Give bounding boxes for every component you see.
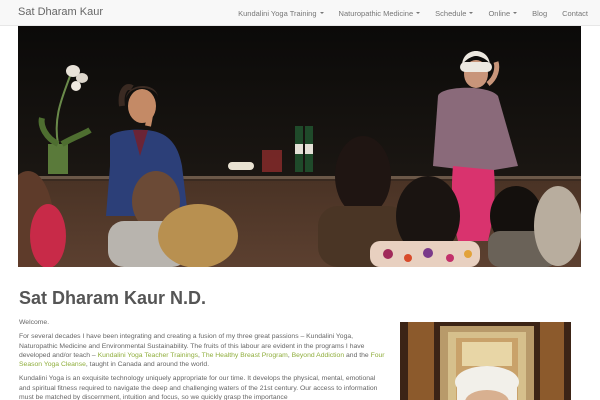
hero-photo [18,26,581,267]
nav-item-label: Kundalini Yoga Training [238,8,317,18]
page-title: Sat Dharam Kaur N.D. [19,288,207,308]
hero-photo-illustration [18,26,581,267]
caret-down-icon [513,12,518,14]
nav-item-label: Schedule [435,8,467,18]
portrait-illustration [400,322,571,400]
nav-item-label: Naturopathic Medicine [338,8,414,18]
nav-item-blog[interactable]: Blog [532,9,547,18]
caret-down-icon [416,12,421,14]
intro-content: Welcome. For several decades I have been… [19,318,387,400]
link-beyond-addiction[interactable]: Beyond Addiction [292,352,345,359]
nav-item-label: Contact [562,8,588,18]
nav-item-kundalini-yoga-training[interactable]: Kundalini Yoga Training [238,8,324,18]
nav-item-schedule[interactable]: Schedule [435,8,474,18]
link-kundalini-yoga-teacher-trainings[interactable]: Kundalini Yoga Teacher Trainings [98,352,198,359]
caret-down-icon [319,12,324,14]
link-healthy-breast-program[interactable]: The Healthy Breast Program [202,352,288,359]
top-navbar: Sat Dharam Kaur Kundalini Yoga Training … [0,0,600,26]
welcome-text: Welcome. [19,319,50,326]
caret-down-icon [469,12,474,14]
nav-item-naturopathic-medicine[interactable]: Naturopathic Medicine [339,9,421,18]
intro-paragraph: For several decades I have been integrat… [19,332,387,369]
nav-item-contact[interactable]: Contact [562,9,588,18]
main-nav: Kundalini Yoga Training Naturopathic Med… [223,0,588,26]
separator-text: and the [344,351,371,359]
nav-item-label: Online [488,8,511,18]
kundalini-paragraph: Kundalini Yoga is an exquisite technolog… [19,375,378,400]
site-brand[interactable]: Sat Dharam Kaur [18,6,103,18]
portrait-photo [400,322,571,400]
nav-item-online[interactable]: Online [488,8,518,18]
intro-text-end: , taught in Canada and around the world. [85,361,210,369]
nav-item-label: Blog [532,8,548,18]
